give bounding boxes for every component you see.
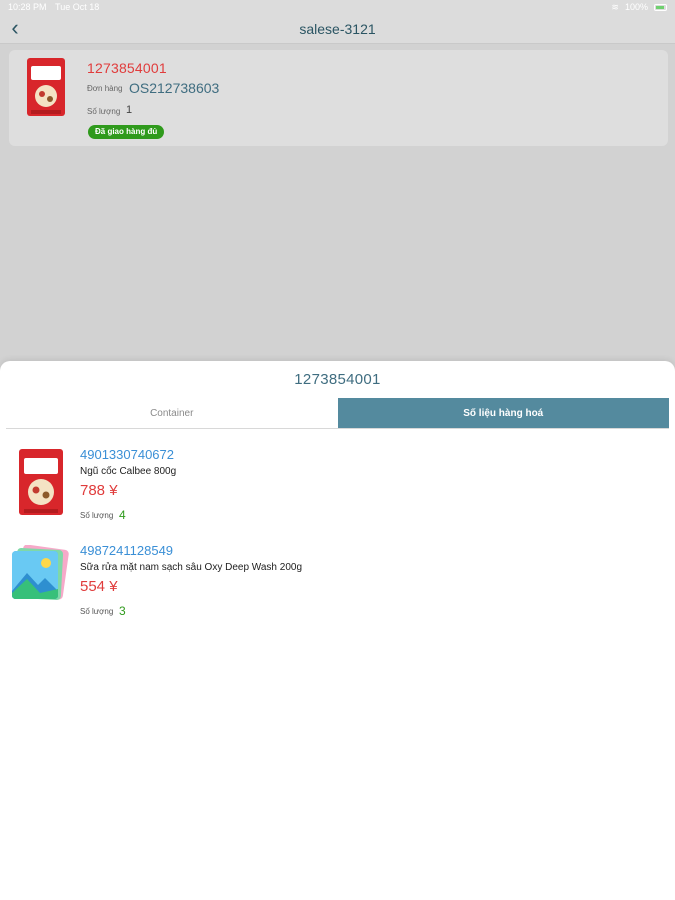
status-badge: Đã giao hàng đủ [88,125,165,139]
image-placeholder-icon [12,545,69,600]
order-card[interactable]: 1273854001 Đơn hàng OS212738603 Số lượng… [9,50,668,146]
order-id: 1273854001 [87,60,167,76]
item-name: Ngũ cốc Calbee 800g [80,466,177,477]
bottom-sheet: 1273854001 Container Số liệu hàng hoá 49… [0,361,675,900]
item-barcode: 4901330740672 [80,447,174,462]
item-qty-label: Số lượng [80,607,114,616]
status-bar: 10:28 PM Tue Oct 18 ≋ 100% [0,0,675,14]
page-title: salese-3121 [299,21,376,37]
tab-goods-data[interactable]: Số liệu hàng hoá [337,398,669,428]
item-qty-label: Số lượng [80,511,114,520]
list-item[interactable]: 4987241128549 Sữa rửa mặt nam sạch sâu O… [0,543,675,639]
item-name: Sữa rửa mặt nam sạch sâu Oxy Deep Wash 2… [80,562,303,573]
item-qty: 3 [119,604,126,618]
sheet-title: 1273854001 [294,371,381,388]
item-price: 554 ¥ [80,578,118,595]
battery-icon [654,3,667,11]
wifi-icon: ≋ [611,1,619,12]
item-qty: 4 [119,508,126,522]
calbee-cereal-product-image [27,58,65,116]
tab-container[interactable]: Container [6,398,338,428]
order-code-label: Đơn hàng [87,84,123,93]
order-qty: 1 [126,104,133,116]
order-code: OS212738603 [129,80,220,96]
status-date: Tue Oct 18 [55,2,100,12]
status-time: 10:28 PM [8,2,47,12]
list-item[interactable]: 4901330740672 Ngũ cốc Calbee 800g 788 ¥ … [0,447,675,543]
tab-bar: Container Số liệu hàng hoá [6,398,669,429]
order-qty-label: Số lượng [87,107,121,116]
item-barcode: 4987241128549 [80,543,174,558]
calbee-cereal-product-image [19,449,63,515]
navigation-bar: ‹ salese-3121 [0,14,675,44]
battery-percent: 100% [624,2,648,12]
item-price: 788 ¥ [80,482,118,499]
